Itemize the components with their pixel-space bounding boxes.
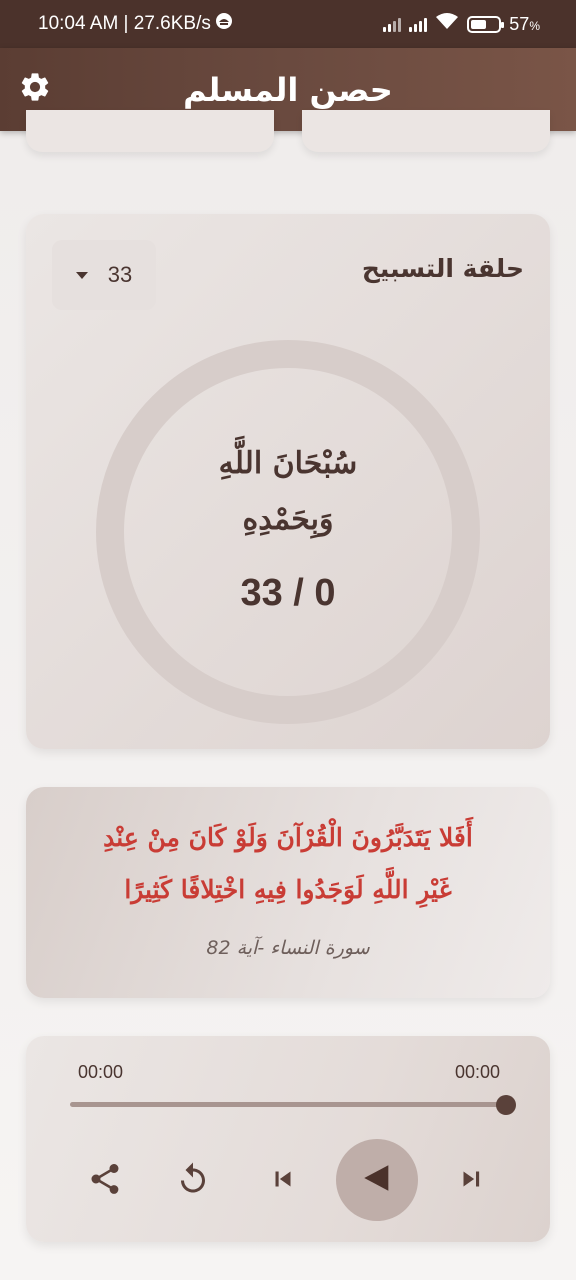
dropdown-arrow-icon — [75, 271, 88, 279]
battery-percent: 57% — [509, 13, 540, 34]
audio-player-card: 00:00 00:00 — [26, 1036, 550, 1242]
peek-card-right[interactable] — [302, 110, 550, 152]
time-elapsed: 00:00 — [78, 1062, 124, 1082]
seek-bar[interactable] — [70, 1102, 506, 1107]
dhikr-line-1: سُبْحَانَ اللَّهِ — [218, 446, 358, 481]
repeat-icon — [175, 1161, 211, 1201]
ayah-reference: سورة النساء -آية 82 — [206, 937, 370, 959]
share-icon — [87, 1161, 123, 1201]
seek-thumb[interactable] — [496, 1095, 516, 1115]
wifi-icon — [435, 12, 459, 36]
count-dropdown-value: 33 — [107, 262, 133, 287]
peek-card-left[interactable] — [26, 110, 274, 152]
tasbeeh-card: حلقة التسبيح 33 سُبْحَانَ اللَّهِ وَبِحَ… — [26, 214, 550, 749]
skip-previous-button[interactable] — [260, 1158, 306, 1204]
skip-next-button[interactable] — [448, 1158, 494, 1204]
ayah-card: أَفَلا يَتَدَبَّرُونَ الْقُرْآنَ وَلَوْ … — [26, 787, 550, 998]
status-bar: 10:04 AM | 27.6KB/s 57% — [0, 0, 576, 48]
settings-button[interactable] — [16, 70, 54, 108]
status-time-speed: 10:04 AM | 27.6KB/s — [38, 13, 211, 34]
signal-icon-2 — [409, 16, 428, 32]
ayah-line-1: أَفَلا يَتَدَبَّرُونَ الْقُرْآنَ وَلَوْ … — [103, 823, 473, 852]
ayah-line-2: غَيْرِ اللَّهِ لَوَجَدُوا فِيهِ اخْتِلاف… — [124, 875, 452, 904]
repeat-button[interactable] — [170, 1158, 216, 1204]
battery-icon — [467, 15, 505, 33]
tasbeeh-title: حلقة التسبيح — [361, 254, 524, 283]
dhikr-line-2: وَبِحَمْدِهِ — [242, 502, 334, 537]
skip-next-icon — [456, 1164, 486, 1198]
notification-icon — [215, 12, 233, 36]
skip-previous-icon — [268, 1164, 298, 1198]
gear-icon — [18, 70, 52, 108]
play-icon — [360, 1161, 394, 1199]
time-total: 00:00 — [454, 1062, 500, 1082]
status-right: 57% — [383, 12, 540, 36]
count-dropdown[interactable]: 33 — [52, 240, 156, 310]
tasbeeh-counter: 33 / 0 — [240, 572, 336, 614]
signal-icon — [383, 16, 402, 32]
app-title: حصن المسلم — [183, 70, 393, 109]
share-button[interactable] — [82, 1158, 128, 1204]
status-left: 10:04 AM | 27.6KB/s — [38, 12, 233, 36]
play-button[interactable] — [336, 1139, 418, 1221]
